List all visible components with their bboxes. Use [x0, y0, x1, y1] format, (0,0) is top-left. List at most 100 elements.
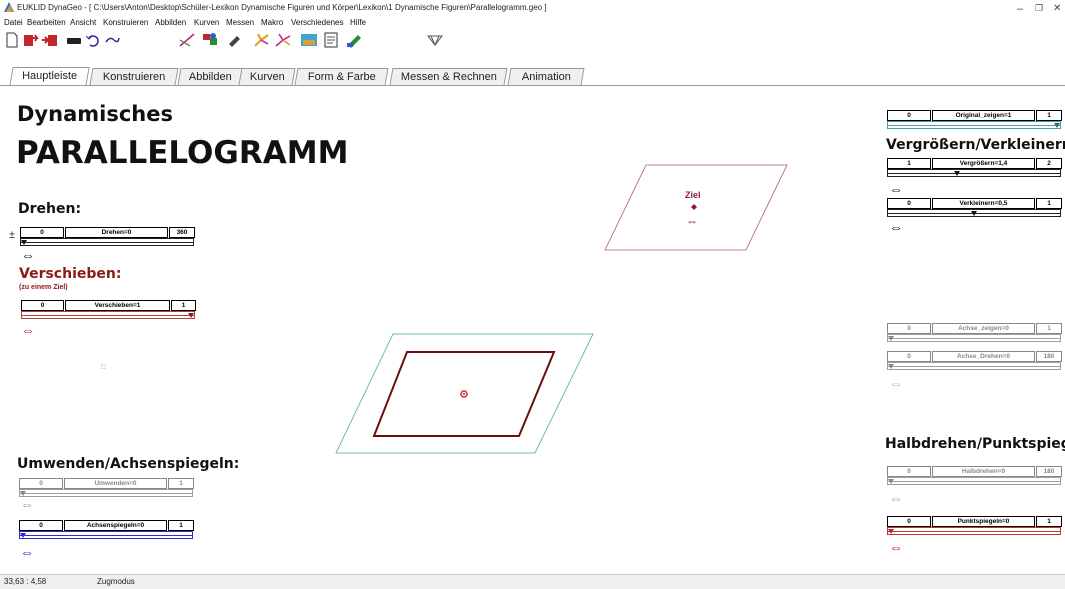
slider-min: 0: [21, 300, 64, 311]
redo-icon[interactable]: [103, 32, 121, 48]
window-title: EUKLID DynaGeo - [ C:\Users\Anton\Deskto…: [17, 3, 547, 12]
slider-achse-zeigen[interactable]: 0 Achse_zeigen=0 1: [887, 323, 1062, 345]
menu-ansicht[interactable]: Ansicht: [70, 18, 96, 27]
slider-label: Vergrößern=1,4: [932, 158, 1035, 169]
minimize-button[interactable]: –: [1017, 3, 1023, 15]
target-drag-arrows-icon[interactable]: ⇔: [686, 215, 698, 227]
edit-tool-icon[interactable]: [345, 32, 363, 48]
slider-track[interactable]: [20, 238, 194, 246]
slider-achse-drehen[interactable]: 0 Achse_Drehen=0 180: [887, 351, 1062, 373]
title-line-2: PARALLELOGRAMM: [16, 135, 349, 171]
drag-arrows-icon[interactable]: ⇔: [20, 545, 34, 559]
slider-track[interactable]: [887, 527, 1061, 535]
slider-min: 0: [887, 198, 931, 209]
drag-arrows-icon[interactable]: ⇔: [889, 182, 903, 196]
menu-verschiedenes[interactable]: Verschiedenes: [291, 18, 343, 27]
undo-icon[interactable]: [84, 32, 102, 48]
tab-abbilden[interactable]: Abbilden: [177, 68, 243, 85]
slider-thumb[interactable]: [1054, 123, 1060, 128]
slider-thumb[interactable]: [888, 364, 894, 369]
menu-konstruieren[interactable]: Konstruieren: [103, 18, 148, 27]
drag-arrows-icon[interactable]: ⇔: [889, 220, 903, 234]
slider-achsenspiegeln[interactable]: 0 Achsenspiegeln=0 1: [19, 520, 194, 542]
menu-bearbeiten[interactable]: Bearbeiten: [27, 18, 66, 27]
menu-makro[interactable]: Makro: [261, 18, 283, 27]
slider-max: 2: [1036, 158, 1062, 169]
status-mode: Zugmodus: [97, 577, 135, 586]
tab-animation[interactable]: Animation: [507, 68, 585, 85]
toolbar: [0, 30, 1065, 68]
picture-tool-icon[interactable]: [300, 32, 318, 48]
text-tool-icon[interactable]: [322, 32, 340, 48]
slider-label: Original_zeigen=1: [932, 110, 1035, 121]
slider-thumb[interactable]: [888, 529, 894, 534]
slider-thumb[interactable]: [20, 533, 26, 538]
slider-max: 1: [168, 520, 194, 531]
heading-vergroessern: Vergrößern/Verkleinern:: [886, 137, 1065, 153]
slider-original-zeigen[interactable]: 0 Original_zeigen=1 1: [887, 110, 1062, 132]
slider-track[interactable]: [887, 334, 1061, 342]
tab-hauptleiste[interactable]: Hauptleiste: [9, 67, 90, 86]
slider-umwenden[interactable]: 0 Umwenden=0 1: [19, 478, 194, 500]
drag-arrows-icon[interactable]: ⇔: [21, 323, 35, 337]
slider-thumb[interactable]: [888, 336, 894, 341]
small-square-icon: □: [101, 362, 106, 371]
maximize-button[interactable]: ❐: [1035, 3, 1043, 14]
slider-track[interactable]: [19, 531, 193, 539]
menu-abbilden[interactable]: Abbilden: [155, 18, 186, 27]
tab-konstruieren[interactable]: Konstruieren: [89, 68, 179, 85]
eraser-icon[interactable]: [65, 32, 83, 48]
slider-thumb[interactable]: [954, 171, 961, 176]
drag-arrows-icon[interactable]: ⇔: [889, 540, 903, 554]
slider-drehen[interactable]: 0 Drehen=0 360: [20, 227, 195, 249]
menu-messen[interactable]: Messen: [226, 18, 254, 27]
target-point[interactable]: [691, 204, 697, 210]
tab-messen-rechnen[interactable]: Messen & Rechnen: [389, 68, 508, 85]
slider-verschieben[interactable]: 0 Verschieben=1 1: [21, 300, 196, 322]
menu-datei[interactable]: Datei: [4, 18, 23, 27]
slider-track[interactable]: [19, 489, 193, 497]
angle-tool-icon[interactable]: [252, 32, 270, 48]
slider-thumb[interactable]: [188, 313, 194, 318]
slider-max: 1: [168, 478, 194, 489]
slider-track[interactable]: [21, 311, 195, 319]
shapes-tool-icon[interactable]: [201, 32, 219, 48]
slider-track[interactable]: [887, 169, 1061, 177]
open-file-icon[interactable]: [22, 32, 40, 48]
slider-track[interactable]: [887, 477, 1061, 485]
slider-vergroessern[interactable]: 1 Vergrößern=1,4 2: [887, 158, 1062, 180]
title-line-1: Dynamisches: [17, 102, 173, 126]
slider-punktspiegeln[interactable]: 0 Punktspiegeln=0 1: [887, 516, 1062, 538]
select-tool-icon[interactable]: [426, 32, 444, 48]
slider-thumb[interactable]: [21, 240, 27, 245]
ray-tool-icon[interactable]: [274, 32, 292, 48]
slider-max: 360: [169, 227, 195, 238]
slider-max: 1: [171, 300, 196, 311]
close-button[interactable]: ✕: [1053, 3, 1061, 14]
slider-label: Achse_zeigen=0: [932, 323, 1035, 334]
drag-arrows-icon[interactable]: ⇔: [889, 376, 903, 390]
slider-track[interactable]: [887, 362, 1061, 370]
plusminus-icon[interactable]: ±: [9, 229, 15, 241]
ink-tool-icon[interactable]: [225, 32, 243, 48]
save-file-icon[interactable]: [41, 32, 59, 48]
new-file-icon[interactable]: [3, 32, 21, 48]
slider-label: Umwenden=0: [64, 478, 167, 489]
tab-form-farbe[interactable]: Form & Farbe: [294, 68, 389, 85]
drag-arrows-icon[interactable]: ⇔: [21, 248, 35, 262]
tab-kurven[interactable]: Kurven: [238, 68, 296, 85]
slider-track[interactable]: [887, 121, 1061, 129]
slider-label: Achse_Drehen=0: [932, 351, 1035, 362]
heading-umwenden: Umwenden/Achsenspiegeln:: [17, 456, 240, 472]
menu-hilfe[interactable]: Hilfe: [350, 18, 366, 27]
drag-arrows-icon[interactable]: ⇔: [889, 491, 903, 505]
heading-halbdrehen: Halbdrehen/Punktspiegeln:: [885, 436, 1065, 452]
slider-min: 0: [20, 227, 64, 238]
menu-kurven[interactable]: Kurven: [194, 18, 219, 27]
slider-thumb[interactable]: [888, 479, 894, 484]
slider-halbdrehen[interactable]: 0 Halbdrehen=0 180: [887, 466, 1062, 488]
slider-thumb[interactable]: [971, 211, 977, 216]
drag-arrows-icon[interactable]: ⇔: [20, 497, 34, 511]
line-tool-icon[interactable]: [178, 32, 196, 48]
slider-verkleinern[interactable]: 0 Verkleinern=0,5 1: [887, 198, 1062, 220]
